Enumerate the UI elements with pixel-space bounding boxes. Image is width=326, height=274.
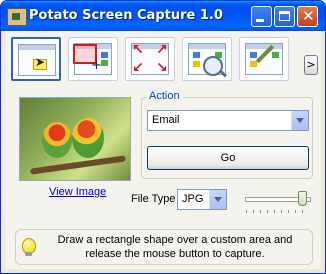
capture-toolbar: ➤ + ↖ ↗ ↙ ↘ >	[9, 37, 321, 83]
chevron-down-icon[interactable]	[209, 190, 226, 209]
client-area: ➤ + ↖ ↗ ↙ ↘ > View Image Action Email Go…	[5, 31, 321, 269]
crosshair-icon: +	[91, 58, 102, 73]
cursor-icon: ➤	[35, 55, 46, 69]
close-icon: ✕	[302, 7, 315, 25]
view-image-link[interactable]: View Image	[49, 186, 106, 198]
app-icon	[7, 8, 27, 26]
more-tools-button[interactable]: >	[304, 55, 318, 75]
maximize-icon	[279, 11, 290, 21]
action-select-value: Email	[152, 114, 180, 126]
close-button[interactable]: ✕	[297, 6, 318, 27]
app-window: Potato Screen Capture 1.0 ✕ ➤ + ↖ ↗ ↙ ↘ …	[0, 0, 326, 274]
file-type-value: JPG	[182, 193, 204, 205]
capture-window-button[interactable]: ➤	[11, 37, 61, 81]
chevron-down-icon[interactable]	[291, 111, 308, 130]
go-button[interactable]: Go	[147, 146, 309, 170]
capture-preview-image	[19, 97, 131, 181]
minimize-icon	[256, 19, 264, 22]
slider-ticks	[246, 210, 308, 213]
color-picker-icon	[245, 43, 283, 75]
action-select[interactable]: Email	[147, 110, 309, 131]
hint-box: Draw a rectangle shape over a custom are…	[15, 229, 313, 265]
capture-region-button[interactable]: +	[68, 37, 118, 81]
file-type-label: File Type	[131, 193, 176, 205]
file-type-select[interactable]: JPG	[177, 189, 227, 210]
quality-slider[interactable]	[241, 191, 313, 213]
minimize-button[interactable]	[251, 6, 272, 27]
capture-zoom-button[interactable]	[182, 37, 232, 81]
magnifier-icon	[203, 56, 223, 76]
capture-fullscreen-button[interactable]: ↖ ↗ ↙ ↘	[125, 37, 175, 81]
capture-color-button[interactable]	[239, 37, 289, 81]
window-title: Potato Screen Capture 1.0	[29, 8, 223, 23]
lightbulb-icon	[22, 238, 36, 256]
hint-text: Draw a rectangle shape over a custom are…	[57, 234, 293, 260]
maximize-button[interactable]	[274, 6, 295, 27]
title-bar[interactable]: Potato Screen Capture 1.0 ✕	[1, 1, 325, 31]
action-group-label: Action	[146, 90, 183, 102]
slider-thumb[interactable]	[298, 191, 308, 206]
